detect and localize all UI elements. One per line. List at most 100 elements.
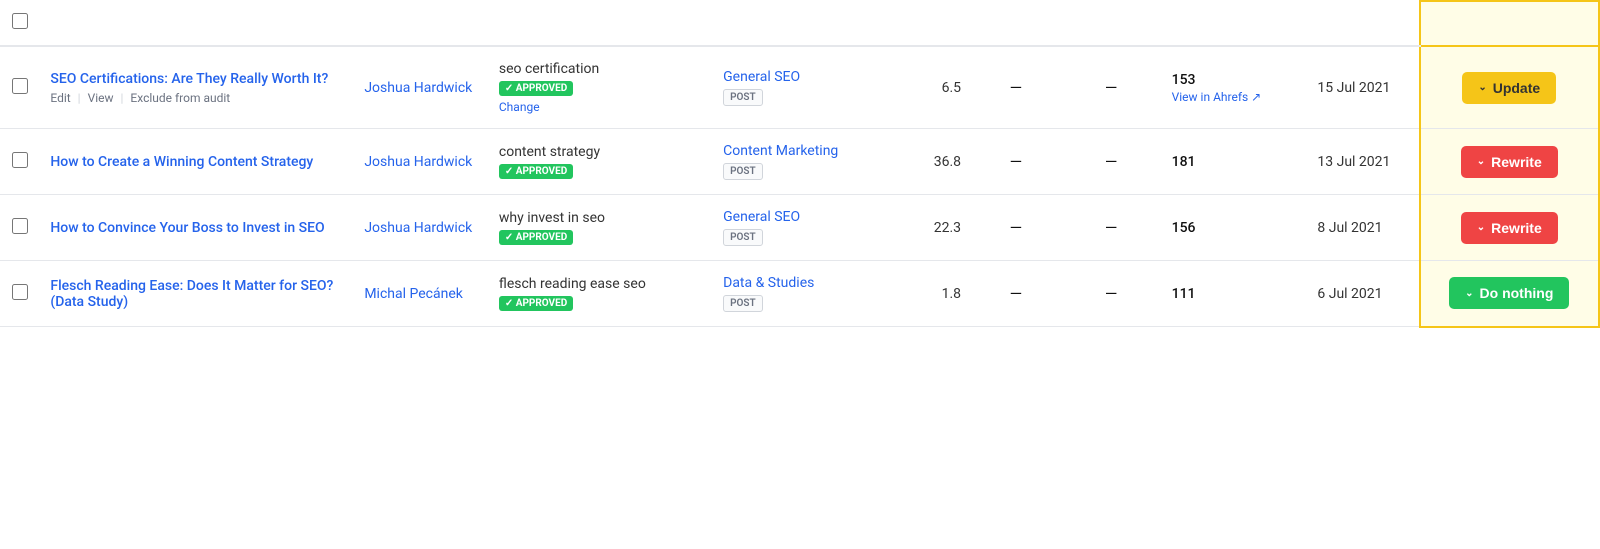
suggestion-cell: ⌄ Update [1420, 46, 1599, 129]
keywords-column-header[interactable] [489, 1, 713, 46]
post-actions: Edit | View | Exclude from audit [50, 91, 344, 105]
category-link[interactable]: General SEO [723, 69, 800, 85]
row-select-checkbox[interactable] [12, 284, 28, 300]
category-link[interactable]: Data & Studies [723, 275, 814, 291]
table-row: How to Create a Winning Content Strategy… [0, 129, 1599, 195]
backlinks-count: 153 [1172, 72, 1196, 88]
author-cell: Michal Pecánek [354, 261, 489, 327]
backlinks-column-header[interactable] [1162, 1, 1308, 46]
backlinks-cell: 156 [1162, 195, 1308, 261]
author-cell: Joshua Hardwick [354, 195, 489, 261]
organic-traffic-cell: — [1061, 46, 1162, 129]
keyword-cell: flesch reading ease seo ✓ APPROVED [489, 261, 713, 327]
total-traffic-column-header[interactable] [971, 1, 1061, 46]
select-all-header[interactable] [0, 1, 40, 46]
author-cell: Joshua Hardwick [354, 129, 489, 195]
post-title-link[interactable]: How to Convince Your Boss to Invest in S… [50, 220, 324, 236]
position-column-header[interactable] [881, 1, 971, 46]
author-link[interactable]: Joshua Hardwick [364, 80, 472, 96]
post-title-link[interactable]: How to Create a Winning Content Strategy [50, 154, 313, 170]
suggestion-column-header [1420, 1, 1599, 46]
row-select-checkbox[interactable] [12, 152, 28, 168]
backlinks-count: 111 [1172, 286, 1196, 302]
select-all-checkbox[interactable] [12, 13, 28, 29]
total-traffic-cell: — [971, 261, 1061, 327]
suggestion-label: Do nothing [1480, 285, 1554, 301]
date-cell: 6 Jul 2021 [1307, 261, 1419, 327]
title-column-header[interactable] [40, 1, 354, 46]
category-cell: General SEO POST [713, 195, 881, 261]
action-separator: | [75, 91, 84, 105]
post-title-cell: Flesch Reading Ease: Does It Matter for … [40, 261, 354, 327]
post-title-cell: SEO Certifications: Are They Really Wort… [40, 46, 354, 129]
position-cell: 6.5 [881, 46, 971, 129]
table-row: How to Convince Your Boss to Invest in S… [0, 195, 1599, 261]
backlinks-cell: 111 [1162, 261, 1308, 327]
category-type-badge: POST [723, 163, 763, 180]
organic-traffic-cell: — [1061, 195, 1162, 261]
keyword-text: content strategy [499, 144, 703, 160]
author-link[interactable]: Michal Pecánek [364, 286, 463, 302]
category-link[interactable]: General SEO [723, 209, 800, 225]
post-action-view[interactable]: View [88, 91, 114, 105]
total-traffic-cell: — [971, 129, 1061, 195]
chevron-down-icon: ⌄ [1478, 82, 1486, 93]
post-action-exclude-from-audit[interactable]: Exclude from audit [130, 91, 230, 105]
keyword-cell: seo certification ✓ APPROVED Change [489, 46, 713, 129]
view-in-ahrefs-link[interactable]: View in Ahrefs ↗ [1172, 90, 1298, 104]
keyword-cell: content strategy✓ APPROVED [489, 129, 713, 195]
suggestion-cell: ⌄ Rewrite [1420, 129, 1599, 195]
organic-traffic-cell: — [1061, 129, 1162, 195]
table-row: SEO Certifications: Are They Really Wort… [0, 46, 1599, 129]
date-cell: 8 Jul 2021 [1307, 195, 1419, 261]
author-column-header [354, 1, 489, 46]
approved-badge: ✓ APPROVED [499, 230, 573, 245]
post-title-link[interactable]: Flesch Reading Ease: Does It Matter for … [50, 278, 333, 310]
keyword-text: seo certification [499, 61, 703, 77]
chevron-down-icon: ⌄ [1477, 222, 1485, 233]
keyword-text: flesch reading ease seo [499, 276, 703, 292]
keyword-text: why invest in seo [499, 210, 703, 226]
author-link[interactable]: Joshua Hardwick [364, 220, 472, 236]
suggestion-button-rewrite[interactable]: ⌄ Rewrite [1461, 146, 1558, 178]
category-link[interactable]: Content Marketing [723, 143, 838, 159]
categories-column-header [713, 1, 881, 46]
keyword-change-link[interactable]: Change [499, 100, 703, 114]
organic-traffic-column-header[interactable] [1061, 1, 1162, 46]
suggestion-button-do-nothing[interactable]: ⌄ Do nothing [1449, 277, 1569, 309]
table-row: Flesch Reading Ease: Does It Matter for … [0, 261, 1599, 327]
suggestion-label: Rewrite [1491, 154, 1542, 170]
category-type-badge: POST [723, 229, 763, 246]
category-type-badge: POST [723, 295, 763, 312]
post-title-cell: How to Create a Winning Content Strategy [40, 129, 354, 195]
chevron-down-icon: ⌄ [1477, 156, 1485, 167]
action-separator: | [118, 91, 127, 105]
backlinks-count: 156 [1172, 220, 1196, 236]
row-checkbox-cell [0, 46, 40, 129]
row-select-checkbox[interactable] [12, 218, 28, 234]
approved-badge: ✓ APPROVED [499, 296, 573, 311]
post-action-edit[interactable]: Edit [50, 91, 70, 105]
backlinks-cell: 153 View in Ahrefs ↗ [1162, 46, 1308, 129]
suggestion-button-rewrite[interactable]: ⌄ Rewrite [1461, 212, 1558, 244]
keyword-cell: why invest in seo ✓ APPROVED [489, 195, 713, 261]
author-link[interactable]: Joshua Hardwick [364, 154, 472, 170]
category-cell: Content Marketing POST [713, 129, 881, 195]
date-column-header [1307, 1, 1419, 46]
category-type-badge: POST [723, 89, 763, 106]
post-title-link[interactable]: SEO Certifications: Are They Really Wort… [50, 71, 328, 87]
suggestion-button-update[interactable]: ⌄ Update [1462, 72, 1556, 104]
suggestion-label: Rewrite [1491, 220, 1542, 236]
total-traffic-cell: — [971, 46, 1061, 129]
suggestion-cell: ⌄ Do nothing [1420, 261, 1599, 327]
approved-badge: ✓ APPROVED [499, 81, 573, 96]
backlinks-cell: 181 [1162, 129, 1308, 195]
chevron-down-icon: ⌄ [1465, 288, 1473, 299]
row-checkbox-cell [0, 129, 40, 195]
row-checkbox-cell [0, 261, 40, 327]
position-cell: 22.3 [881, 195, 971, 261]
row-select-checkbox[interactable] [12, 78, 28, 94]
suggestion-label: Update [1493, 80, 1540, 96]
content-audit-table: SEO Certifications: Are They Really Wort… [0, 0, 1600, 328]
post-title-cell: How to Convince Your Boss to Invest in S… [40, 195, 354, 261]
